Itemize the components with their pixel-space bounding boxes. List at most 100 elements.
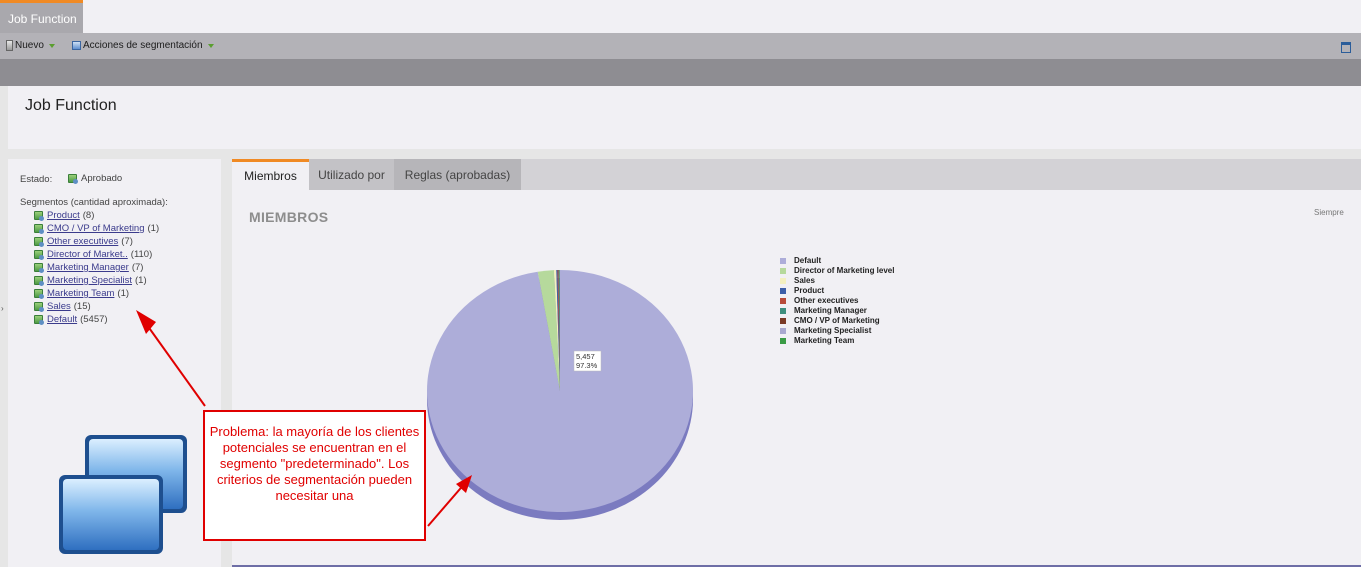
segment-icon	[34, 276, 44, 286]
legend-swatch	[780, 268, 786, 274]
segment-link[interactable]: CMO / VP of Marketing	[47, 222, 145, 235]
segment-item: Default (5457)	[34, 313, 159, 326]
segment-icon	[34, 315, 44, 325]
legend-label: Marketing Manager	[794, 306, 867, 315]
segment-item: Director of Market.. (110)	[34, 248, 159, 261]
legend-item: Marketing Manager	[780, 306, 894, 316]
approved-icon	[68, 174, 78, 184]
segment-icon	[34, 211, 44, 221]
new-icon	[6, 40, 13, 51]
chevron-down-icon	[207, 43, 214, 48]
page-header: Job Function	[8, 86, 1361, 149]
legend-item: Sales	[780, 276, 894, 286]
monitor-icon	[59, 435, 187, 554]
segment-link[interactable]: Marketing Specialist	[47, 274, 132, 287]
segment-icon	[34, 263, 44, 273]
page-title: Job Function	[25, 97, 117, 114]
segment-link[interactable]: Director of Market..	[47, 248, 128, 261]
segment-count: (15)	[73, 301, 91, 312]
legend-label: Product	[794, 286, 825, 295]
segment-count: (8)	[82, 210, 95, 221]
segment-list: Product (8) CMO / VP of Marketing (1) Other …	[34, 209, 159, 326]
legend-swatch	[780, 318, 786, 324]
legend-item: Marketing Specialist	[780, 326, 894, 336]
legend-swatch	[780, 258, 786, 264]
legend-label: Sales	[794, 276, 815, 285]
annotation-text: Problema: la mayoría de los clientes pot…	[209, 424, 420, 503]
document-tab-strip	[0, 0, 1361, 33]
legend-label: Director of Marketing level	[794, 266, 895, 275]
segment-item: Product (8)	[34, 209, 159, 222]
segmentation-actions-button[interactable]: Acciones de segmentación	[72, 40, 214, 51]
legend-swatch	[780, 328, 786, 334]
segment-link[interactable]: Other executives	[47, 235, 118, 248]
sub-toolbar	[0, 59, 1361, 86]
legend-label: Marketing Specialist	[794, 326, 872, 335]
slice-data-label: 5,457	[576, 352, 595, 361]
segmentation-actions-label: Acciones de segmentación	[83, 40, 203, 51]
status-value: Aprobado	[68, 173, 122, 184]
slice-data-label: 97.3%	[576, 361, 598, 370]
segment-link[interactable]: Default	[47, 313, 77, 326]
legend-item: Director of Marketing level	[780, 266, 894, 276]
segment-item: Other executives (7)	[34, 235, 159, 248]
segment-item: CMO / VP of Marketing (1)	[34, 222, 159, 235]
segment-count: (110)	[130, 249, 153, 260]
segment-icon	[34, 224, 44, 234]
legend-swatch	[780, 288, 786, 294]
segments-label: Segmentos (cantidad aproximada):	[20, 197, 168, 208]
segment-item: Marketing Manager (7)	[34, 261, 159, 274]
tab-utilizado-por[interactable]: Utilizado por	[309, 159, 394, 190]
content-tabs: Miembros Utilizado por Reglas (aprobadas…	[232, 159, 1361, 190]
members-pie-chart: 5,45797.3%	[427, 270, 693, 520]
tab-miembros[interactable]: Miembros	[232, 159, 309, 190]
legend-label: Default	[794, 256, 822, 265]
section-title: MIEMBROS	[249, 209, 329, 225]
chevron-down-icon	[48, 43, 55, 48]
segment-count: (1)	[117, 288, 130, 299]
status-value-text: Aprobado	[81, 173, 123, 184]
legend-item: Other executives	[780, 296, 894, 306]
legend-label: Other executives	[794, 296, 859, 305]
chart-legend: Default Director of Marketing level Sales P…	[780, 256, 894, 346]
legend-item: Default	[780, 256, 894, 266]
legend-label: Marketing Team	[794, 336, 855, 345]
legend-label: CMO / VP of Marketing	[794, 316, 880, 325]
legend-item: Product	[780, 286, 894, 296]
chevron-right-icon: ›	[1, 304, 4, 313]
maximize-icon[interactable]	[1341, 42, 1351, 53]
segment-icon	[34, 302, 44, 312]
segment-count: (7)	[121, 236, 133, 247]
segment-icon	[34, 250, 44, 260]
segment-count: (1)	[147, 223, 160, 234]
new-button[interactable]: Nuevo	[6, 40, 55, 51]
toolbar: Nuevo Acciones de segmentación	[0, 33, 1361, 59]
segment-item: Sales (15)	[34, 300, 159, 313]
tab-job-function[interactable]: Job Function	[0, 0, 83, 33]
legend-swatch	[780, 278, 786, 284]
new-button-label: Nuevo	[15, 40, 44, 51]
segment-link[interactable]: Product	[47, 209, 80, 222]
period-selector[interactable]: Siempre	[1314, 208, 1344, 217]
pie-layer: 5,45797.3%	[427, 270, 693, 520]
legend-swatch	[780, 338, 786, 344]
status-label: Estado:	[20, 174, 53, 185]
segment-icon	[34, 237, 44, 247]
tab-reglas-aprobadas[interactable]: Reglas (aprobadas)	[394, 159, 521, 190]
segmentation-icon	[72, 41, 81, 50]
segment-link[interactable]: Sales	[47, 300, 71, 313]
legend-swatch	[780, 308, 786, 314]
segment-link[interactable]: Marketing Manager	[47, 261, 129, 274]
segment-item: Marketing Team (1)	[34, 287, 159, 300]
segment-icon	[34, 289, 44, 299]
legend-swatch	[780, 298, 786, 304]
segment-count: (5457)	[80, 314, 108, 325]
annotation-callout: Problema: la mayoría de los clientes pot…	[203, 410, 426, 541]
segment-count: (7)	[131, 262, 144, 273]
legend-item: Marketing Team	[780, 336, 894, 346]
tab-job-function-label: Job Function	[8, 12, 77, 26]
segment-item: Marketing Specialist (1)	[34, 274, 159, 287]
segment-link[interactable]: Marketing Team	[47, 287, 114, 300]
segment-count: (1)	[135, 275, 147, 286]
collapse-handle[interactable]: ›	[0, 294, 8, 324]
